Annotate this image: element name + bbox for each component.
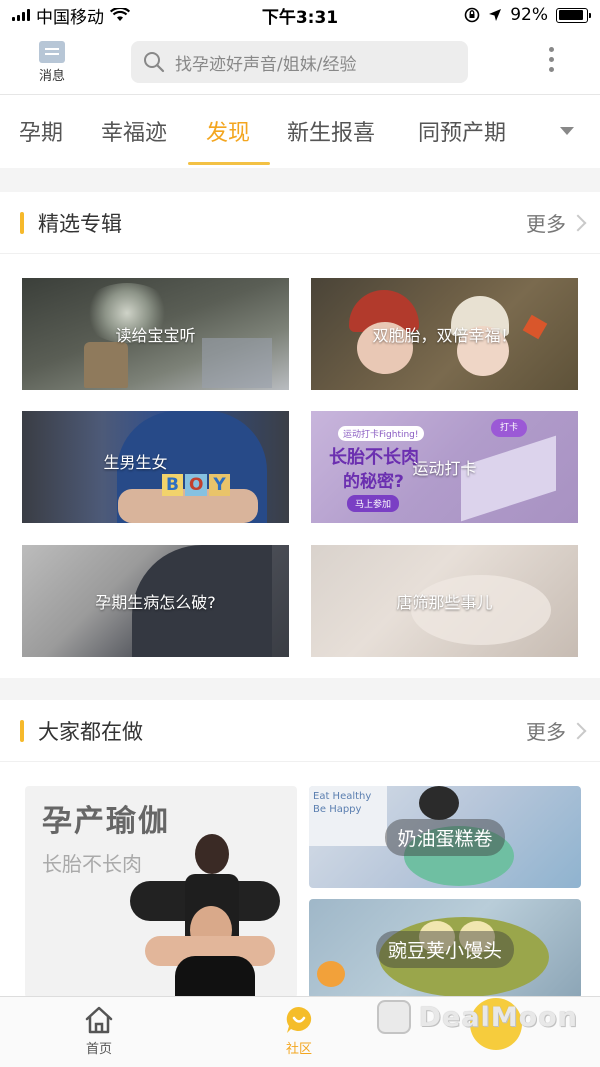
tab-pregnancy[interactable]: 孕期 bbox=[19, 115, 63, 147]
instructor-head bbox=[195, 834, 229, 874]
mug-text: Eat Healthy Be Happy bbox=[309, 786, 387, 846]
student-body bbox=[175, 956, 255, 998]
search-input[interactable]: 找孕迹好声音/姐妹/经验 bbox=[131, 41, 468, 83]
banner-headline: 长胎不长肉 bbox=[329, 447, 419, 468]
card-label: 奶油蛋糕卷 bbox=[385, 818, 505, 856]
album-label: 生男生女 bbox=[103, 453, 168, 472]
album-card-exercise-checkin[interactable]: 运动打卡Fighting! 长胎不长肉 的秘密? 马上参加 打卡 运动打卡 bbox=[311, 411, 578, 523]
search-icon bbox=[144, 52, 165, 73]
toy-blocks: B O Y bbox=[162, 474, 230, 496]
chevron-down-icon[interactable] bbox=[560, 127, 574, 135]
album-card-boy-or-girl[interactable]: B O Y 生男生女 bbox=[22, 411, 289, 523]
oreo-topping bbox=[419, 786, 459, 820]
tab-newborn[interactable]: 新生报喜 bbox=[287, 115, 375, 147]
section-title: 精选专辑 bbox=[38, 211, 122, 236]
section-accent-bar bbox=[20, 719, 24, 742]
signal-icon bbox=[12, 9, 30, 21]
card-label: 豌豆荚小馒头 bbox=[375, 930, 514, 968]
album-label: 双胞胎，双倍幸福！ bbox=[372, 326, 517, 345]
nav-community[interactable]: 社区 bbox=[259, 1005, 339, 1057]
featured-albums-section: 精选专辑 更多 读给宝宝听 双胞胎，双倍幸福！ B O Y 生男生女 运动打卡F… bbox=[0, 192, 600, 678]
wifi-icon bbox=[110, 8, 130, 21]
message-button[interactable]: 消息 bbox=[0, 40, 104, 84]
section-accent-bar bbox=[20, 211, 24, 234]
nav-community-label: 社区 bbox=[285, 1042, 312, 1057]
banner-tag: 运动打卡Fighting! bbox=[338, 426, 424, 441]
top-header: 消息 找孕迹好声音/姐妹/经验 bbox=[0, 30, 600, 94]
orange-fruit bbox=[317, 961, 345, 987]
nav-home-label: 首页 bbox=[85, 1042, 112, 1057]
status-time: 下午3:31 bbox=[261, 7, 339, 28]
rotation-lock-icon bbox=[464, 7, 480, 23]
album-label: 唐筛那些事儿 bbox=[396, 593, 493, 612]
message-icon bbox=[39, 40, 65, 63]
album-card-down-syndrome-screening[interactable]: 唐筛那些事儿 bbox=[311, 545, 578, 657]
home-icon bbox=[85, 1006, 113, 1034]
banner-headline-2: 的秘密? bbox=[343, 472, 404, 492]
more-label: 更多 bbox=[526, 212, 566, 236]
tab-active-indicator bbox=[188, 162, 270, 165]
watermark-text: DealMoon bbox=[418, 1001, 578, 1033]
battery-icon bbox=[556, 7, 591, 23]
battery-percent: 92% bbox=[510, 5, 548, 25]
album-card-twins[interactable]: 双胞胎，双倍幸福！ bbox=[311, 278, 578, 390]
album-label: 运动打卡 bbox=[412, 459, 477, 478]
doing-more-link[interactable]: 更多 bbox=[526, 716, 587, 745]
chevron-right-icon bbox=[569, 214, 587, 231]
album-label: 读给宝宝听 bbox=[115, 326, 196, 345]
yoga-card[interactable]: 孕产瑜伽 长胎不长肉 bbox=[25, 786, 297, 998]
chevron-right-icon bbox=[569, 722, 587, 739]
yoga-subtitle: 长胎不长肉 bbox=[42, 852, 142, 876]
album-label: 孕期生病怎么破? bbox=[95, 593, 216, 612]
status-bar: 中国移动 下午3:31 92% bbox=[0, 0, 600, 30]
section-title: 大家都在做 bbox=[38, 719, 143, 744]
carrier-label: 中国移动 bbox=[36, 7, 104, 28]
category-tabs: 孕期 幸福迹 发现 新生报喜 同预产期 bbox=[0, 94, 600, 168]
watermark: DealMoon bbox=[376, 998, 578, 1050]
more-label: 更多 bbox=[526, 720, 566, 744]
tab-same-due-date[interactable]: 同预产期 bbox=[418, 115, 506, 147]
message-label: 消息 bbox=[38, 68, 65, 84]
search-placeholder: 找孕迹好声音/姐妹/经验 bbox=[175, 54, 357, 75]
more-options-icon[interactable] bbox=[549, 47, 554, 72]
location-icon bbox=[489, 9, 502, 21]
featured-more-link[interactable]: 更多 bbox=[526, 208, 587, 237]
cake-roll-card[interactable]: Eat Healthy Be Happy 奶油蛋糕卷 bbox=[309, 786, 581, 888]
watermark-logo-icon bbox=[376, 1000, 411, 1034]
yoga-title: 孕产瑜伽 bbox=[42, 804, 170, 839]
album-card-read-to-baby[interactable]: 读给宝宝听 bbox=[22, 278, 289, 390]
nav-home[interactable]: 首页 bbox=[59, 1005, 139, 1057]
tab-discover[interactable]: 发现 bbox=[206, 115, 250, 147]
banner-join-button: 马上参加 bbox=[347, 495, 400, 512]
community-icon bbox=[286, 1006, 312, 1033]
pea-bun-card[interactable]: 豌豆荚小馒头 bbox=[309, 899, 581, 999]
banner-badge: 打卡 bbox=[491, 419, 527, 437]
album-card-illness[interactable]: 孕期生病怎么破? bbox=[22, 545, 289, 657]
tab-happiness[interactable]: 幸福迹 bbox=[101, 115, 167, 147]
